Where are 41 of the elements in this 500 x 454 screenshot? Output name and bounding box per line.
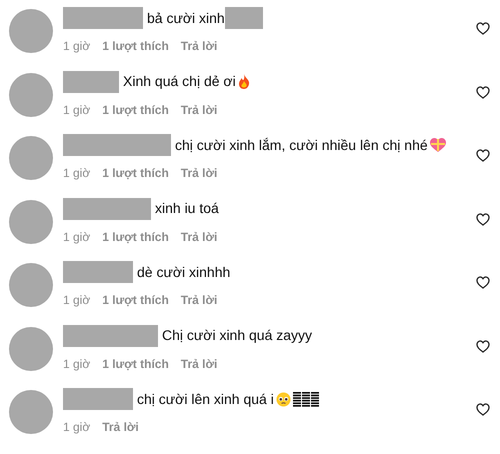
comment-time: 1 giờ: [63, 292, 90, 309]
comment-text: Chị cười xinh quá zayyy: [162, 326, 312, 345]
reply-link[interactable]: Trả lời: [180, 354, 218, 372]
comment-time: 1 giờ: [63, 102, 90, 118]
like-icon[interactable]: [476, 212, 490, 226]
like-icon[interactable]: [476, 403, 490, 416]
comment-time: 1 giờ: [63, 356, 90, 372]
reply-link[interactable]: Trả lời: [102, 418, 139, 436]
fire-icon: [238, 74, 250, 89]
like-icon[interactable]: [476, 149, 490, 162]
reply-link[interactable]: Trả lời: [180, 100, 218, 118]
like-icon[interactable]: [476, 22, 490, 35]
like-icon[interactable]: [476, 86, 490, 98]
comment-time: 1 giờ: [63, 419, 90, 436]
bars-icon: [292, 392, 319, 406]
comment-text: dè cười xinhhh: [137, 262, 230, 282]
likes-link[interactable]: 1 lượt thích: [102, 291, 169, 309]
likes-link[interactable]: 1 lượt thích: [102, 164, 169, 182]
comment-text: xinh iu toá: [155, 199, 219, 218]
likes-link[interactable]: 1 lượt thích: [102, 100, 169, 118]
redaction-block: [63, 388, 133, 410]
likes-link[interactable]: 1 lượt thích: [102, 228, 169, 246]
comment-time: 1 giờ: [63, 38, 90, 55]
comment-text: Xinh quá chị dẻ ơi: [123, 72, 236, 91]
pleading-face-icon: [276, 392, 291, 406]
redaction-block: [63, 70, 119, 92]
reply-link[interactable]: Trả lời: [180, 291, 218, 309]
comment-text: bả cười xinh: [147, 8, 225, 28]
likes-link[interactable]: 1 lượt thích: [102, 354, 169, 372]
comment-time: 1 giờ: [63, 228, 90, 246]
heart-icon: [430, 138, 446, 152]
reply-link[interactable]: Trả lời: [180, 37, 218, 55]
like-icon[interactable]: [476, 276, 490, 289]
reply-link[interactable]: Trả lời: [180, 228, 218, 246]
comment-time: 1 giờ: [63, 165, 90, 182]
reply-link[interactable]: Trả lời: [180, 164, 218, 182]
comment-text: chị cười xinh lắm, cười nhiều lên chị nhé: [175, 136, 428, 154]
redaction-block: [63, 261, 133, 283]
comment-text: chị cười lên xinh quá i: [137, 390, 274, 409]
likes-link[interactable]: 1 lượt thích: [102, 37, 169, 55]
like-icon[interactable]: [476, 340, 490, 352]
